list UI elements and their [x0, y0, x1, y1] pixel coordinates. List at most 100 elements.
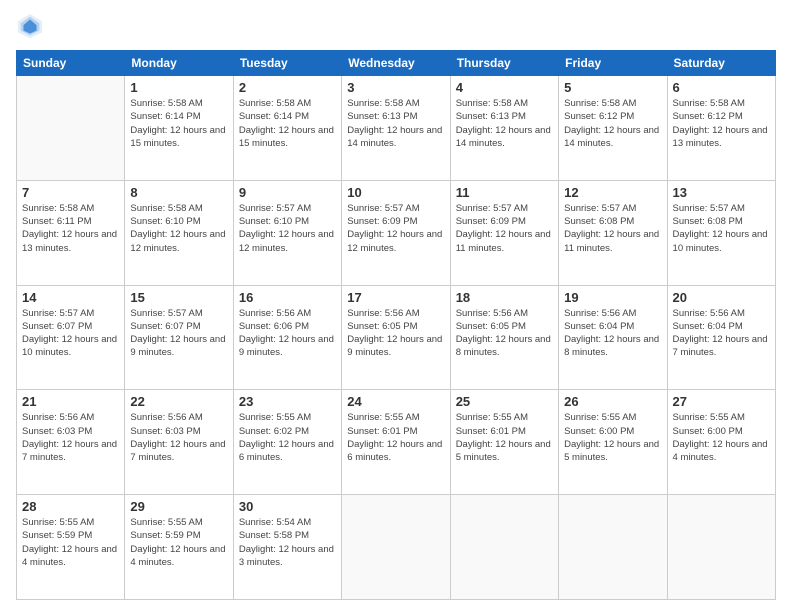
day-info: Sunrise: 5:57 AMSunset: 6:09 PMDaylight:… [456, 202, 553, 255]
calendar-cell: 6 Sunrise: 5:58 AMSunset: 6:12 PMDaylight… [667, 76, 775, 181]
day-info: Sunrise: 5:55 AMSunset: 6:00 PMDaylight:… [673, 411, 770, 464]
day-info: Sunrise: 5:58 AMSunset: 6:12 PMDaylight:… [564, 97, 661, 150]
calendar-cell: 11 Sunrise: 5:57 AMSunset: 6:09 PMDayligh… [450, 180, 558, 285]
calendar-cell: 17 Sunrise: 5:56 AMSunset: 6:05 PMDayligh… [342, 285, 450, 390]
day-number: 7 [22, 185, 119, 200]
day-info: Sunrise: 5:58 AMSunset: 6:12 PMDaylight:… [673, 97, 770, 150]
day-info: Sunrise: 5:55 AMSunset: 5:59 PMDaylight:… [22, 516, 119, 569]
calendar-cell: 4 Sunrise: 5:58 AMSunset: 6:13 PMDaylight… [450, 76, 558, 181]
calendar-cell: 14Sunrise: 5:57 AMSunset: 6:07 PMDayligh… [17, 285, 125, 390]
calendar-cell [17, 76, 125, 181]
day-info: Sunrise: 5:58 AMSunset: 6:11 PMDaylight:… [22, 202, 119, 255]
day-info: Sunrise: 5:57 AMSunset: 6:09 PMDaylight:… [347, 202, 444, 255]
header [16, 12, 776, 40]
day-info: Sunrise: 5:58 AMSunset: 6:14 PMDaylight:… [130, 97, 227, 150]
weekday-header-sunday: Sunday [17, 51, 125, 76]
day-number: 10 [347, 185, 444, 200]
weekday-header-saturday: Saturday [667, 51, 775, 76]
calendar-week-4: 21 Sunrise: 5:56 AMSunset: 6:03 PMDayligh… [17, 390, 776, 495]
day-number: 1 [130, 80, 227, 95]
day-info: Sunrise: 5:56 AMSunset: 6:04 PMDaylight:… [564, 307, 661, 360]
page: SundayMondayTuesdayWednesdayThursdayFrid… [0, 0, 792, 612]
calendar-cell: 26Sunrise: 5:55 AMSunset: 6:00 PMDayligh… [559, 390, 667, 495]
calendar-cell: 21 Sunrise: 5:56 AMSunset: 6:03 PMDayligh… [17, 390, 125, 495]
calendar-cell: 19 Sunrise: 5:56 AMSunset: 6:04 PMDayligh… [559, 285, 667, 390]
calendar-cell: 22 Sunrise: 5:56 AMSunset: 6:03 PMDayligh… [125, 390, 233, 495]
day-info: Sunrise: 5:55 AMSunset: 6:00 PMDaylight:… [564, 411, 661, 464]
day-info: Sunrise: 5:55 AMSunset: 6:01 PMDaylight:… [456, 411, 553, 464]
calendar-cell: 23Sunrise: 5:55 AMSunset: 6:02 PMDayligh… [233, 390, 341, 495]
calendar-week-3: 14 Sunrise: 5:57 AMSunset: 6:07 PMDayligh… [17, 285, 776, 390]
day-info: Sunrise: 5:56 AMSunset: 6:03 PMDaylight:… [22, 411, 119, 464]
day-number: 27 [673, 394, 770, 409]
day-info: Sunrise: 5:56 AMSunset: 6:05 PMDaylight:… [347, 307, 444, 360]
calendar-cell: 24 Sunrise: 5:55 AMSunset: 6:01 PMDayligh… [342, 390, 450, 495]
calendar-table: SundayMondayTuesdayWednesdayThursdayFrid… [16, 50, 776, 600]
day-info: Sunrise: 5:54 AMSunset: 5:58 PMDaylight:… [239, 516, 336, 569]
day-number: 22 [130, 394, 227, 409]
calendar-cell: 12 Sunrise: 5:57 AMSunset: 6:08 PMDayligh… [559, 180, 667, 285]
day-number: 20 [673, 290, 770, 305]
weekday-header-thursday: Thursday [450, 51, 558, 76]
day-info: Sunrise: 5:55 AMSunset: 5:59 PMDaylight:… [130, 516, 227, 569]
calendar-week-5: 28 Sunrise: 5:55 AMSunset: 5:59 PMDayligh… [17, 495, 776, 600]
calendar-cell: 2 Sunrise: 5:58 AMSunset: 6:14 PMDaylight… [233, 76, 341, 181]
calendar-cell: 5 Sunrise: 5:58 AMSunset: 6:12 PMDaylight… [559, 76, 667, 181]
day-info: Sunrise: 5:55 AMSunset: 6:01 PMDaylight:… [347, 411, 444, 464]
calendar-cell: 16 Sunrise: 5:56 AMSunset: 6:06 PMDayligh… [233, 285, 341, 390]
day-number: 18 [456, 290, 553, 305]
calendar-cell: 29Sunrise: 5:55 AMSunset: 5:59 PMDayligh… [125, 495, 233, 600]
logo-icon [16, 12, 44, 40]
weekday-header-friday: Friday [559, 51, 667, 76]
day-number: 28 [22, 499, 119, 514]
day-number: 13 [673, 185, 770, 200]
calendar-cell [342, 495, 450, 600]
day-number: 4 [456, 80, 553, 95]
calendar-cell [559, 495, 667, 600]
calendar-cell: 27 Sunrise: 5:55 AMSunset: 6:00 PMDayligh… [667, 390, 775, 495]
day-info: Sunrise: 5:57 AMSunset: 6:08 PMDaylight:… [564, 202, 661, 255]
day-info: Sunrise: 5:58 AMSunset: 6:10 PMDaylight:… [130, 202, 227, 255]
calendar-week-2: 7 Sunrise: 5:58 AMSunset: 6:11 PMDaylight… [17, 180, 776, 285]
calendar-cell: 20 Sunrise: 5:56 AMSunset: 6:04 PMDayligh… [667, 285, 775, 390]
day-number: 17 [347, 290, 444, 305]
day-info: Sunrise: 5:56 AMSunset: 6:06 PMDaylight:… [239, 307, 336, 360]
calendar-week-1: 1 Sunrise: 5:58 AMSunset: 6:14 PMDaylight… [17, 76, 776, 181]
day-info: Sunrise: 5:57 AMSunset: 6:10 PMDaylight:… [239, 202, 336, 255]
day-info: Sunrise: 5:58 AMSunset: 6:13 PMDaylight:… [456, 97, 553, 150]
day-number: 15 [130, 290, 227, 305]
day-info: Sunrise: 5:56 AMSunset: 6:05 PMDaylight:… [456, 307, 553, 360]
day-info: Sunrise: 5:58 AMSunset: 6:14 PMDaylight:… [239, 97, 336, 150]
day-number: 9 [239, 185, 336, 200]
calendar-cell: 8 Sunrise: 5:58 AMSunset: 6:10 PMDaylight… [125, 180, 233, 285]
weekday-header-wednesday: Wednesday [342, 51, 450, 76]
day-number: 16 [239, 290, 336, 305]
day-number: 19 [564, 290, 661, 305]
day-info: Sunrise: 5:57 AMSunset: 6:07 PMDaylight:… [130, 307, 227, 360]
logo [16, 12, 48, 40]
day-number: 12 [564, 185, 661, 200]
day-number: 5 [564, 80, 661, 95]
calendar-cell: 15 Sunrise: 5:57 AMSunset: 6:07 PMDayligh… [125, 285, 233, 390]
weekday-header-row: SundayMondayTuesdayWednesdayThursdayFrid… [17, 51, 776, 76]
day-info: Sunrise: 5:58 AMSunset: 6:13 PMDaylight:… [347, 97, 444, 150]
day-number: 14 [22, 290, 119, 305]
day-number: 8 [130, 185, 227, 200]
day-number: 21 [22, 394, 119, 409]
day-number: 11 [456, 185, 553, 200]
day-number: 6 [673, 80, 770, 95]
day-number: 24 [347, 394, 444, 409]
day-number: 30 [239, 499, 336, 514]
day-info: Sunrise: 5:56 AMSunset: 6:03 PMDaylight:… [130, 411, 227, 464]
calendar-cell [450, 495, 558, 600]
day-number: 2 [239, 80, 336, 95]
calendar-cell: 9 Sunrise: 5:57 AMSunset: 6:10 PMDaylight… [233, 180, 341, 285]
calendar-cell: 18 Sunrise: 5:56 AMSunset: 6:05 PMDayligh… [450, 285, 558, 390]
calendar-cell: 7 Sunrise: 5:58 AMSunset: 6:11 PMDaylight… [17, 180, 125, 285]
calendar-cell: 25Sunrise: 5:55 AMSunset: 6:01 PMDayligh… [450, 390, 558, 495]
weekday-header-monday: Monday [125, 51, 233, 76]
calendar-cell: 28 Sunrise: 5:55 AMSunset: 5:59 PMDayligh… [17, 495, 125, 600]
calendar-cell: 3Sunrise: 5:58 AMSunset: 6:13 PMDaylight… [342, 76, 450, 181]
day-info: Sunrise: 5:56 AMSunset: 6:04 PMDaylight:… [673, 307, 770, 360]
calendar-cell: 10 Sunrise: 5:57 AMSunset: 6:09 PMDayligh… [342, 180, 450, 285]
